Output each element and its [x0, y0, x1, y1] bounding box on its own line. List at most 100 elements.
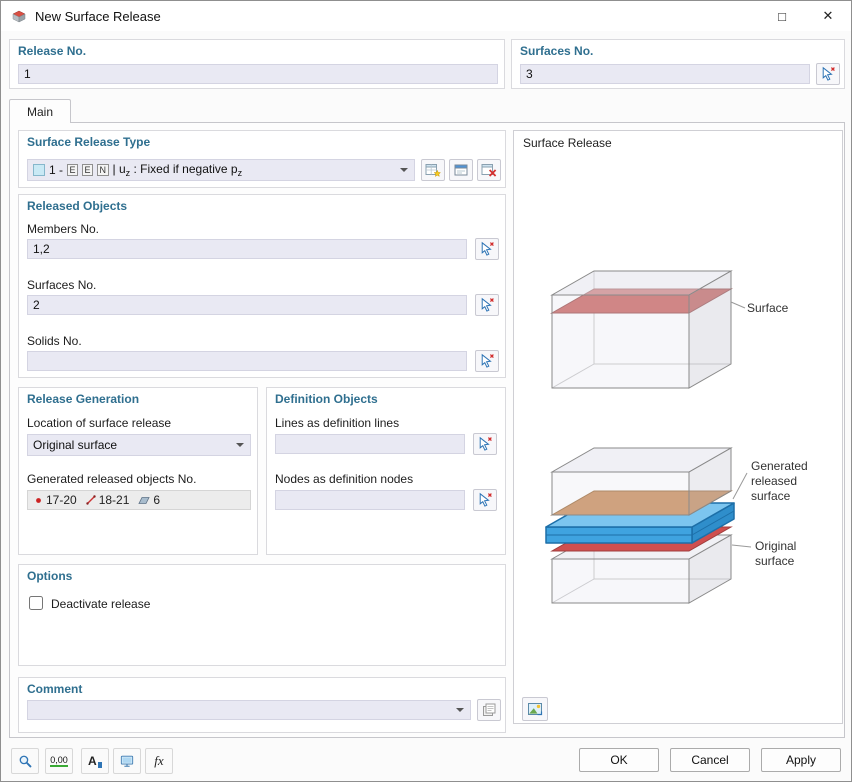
title-bar[interactable]: New Surface Release	[1, 1, 851, 31]
surfaces-pick-button[interactable]	[475, 294, 499, 316]
release-type-select[interactable]: 1 - E E N | uz : Fixed if negative pz	[27, 159, 415, 181]
comment-title: Comment	[27, 682, 82, 696]
definition-nodes-pick-button[interactable]	[473, 489, 497, 511]
panel-title: Surface Release	[523, 136, 612, 150]
surface-release-type-title: Surface Release Type	[27, 135, 150, 149]
generated-lines-item: 18-21	[86, 493, 130, 507]
maximize-button[interactable]: □	[759, 1, 805, 31]
surfaces-list-input[interactable]	[27, 295, 467, 315]
node-icon	[34, 496, 43, 505]
comment-templates-button[interactable]	[477, 699, 501, 721]
definition-lines-pick-button[interactable]	[473, 433, 497, 455]
surface-label: Surface	[747, 301, 817, 316]
location-value: Original surface	[33, 438, 117, 452]
options-group: Options Deactivate release	[18, 564, 506, 666]
tab-main[interactable]: Main	[9, 99, 71, 123]
surface-release-panel: Surface Release	[513, 130, 843, 724]
ok-button[interactable]: OK	[579, 748, 659, 772]
generated-objects-field: 17-20 18-21 6	[27, 490, 251, 510]
definition-lines-label: Lines as definition lines	[275, 416, 399, 430]
generated-nodes-item: 17-20	[34, 493, 77, 507]
pick-arrow-icon	[479, 241, 495, 257]
surfaces-no-title: Surfaces No.	[520, 44, 593, 58]
release-no-title: Release No.	[18, 44, 86, 58]
function-button[interactable]: fx	[145, 748, 173, 774]
options-title: Options	[27, 569, 72, 583]
new-table-icon	[425, 162, 441, 178]
members-no-input[interactable]	[27, 239, 467, 259]
maximize-icon: □	[778, 9, 786, 24]
close-icon: ✕	[823, 8, 834, 24]
units-settings-button[interactable]: 0,00	[45, 748, 73, 774]
delete-table-icon	[481, 162, 497, 178]
pick-arrow-icon	[479, 353, 495, 369]
members-no-label: Members No.	[27, 222, 99, 236]
apply-button[interactable]: Apply	[761, 748, 841, 772]
app-icon	[11, 8, 27, 24]
location-select[interactable]: Original surface	[27, 434, 251, 456]
picture-icon	[527, 701, 543, 717]
surfaces-no-input[interactable]	[520, 64, 810, 84]
generated-objects-label: Generated released objects No.	[27, 472, 196, 486]
find-button[interactable]	[11, 748, 39, 774]
dialog-title: New Surface Release	[35, 9, 161, 24]
comment-combobox[interactable]	[27, 700, 471, 720]
release-illustration	[518, 155, 840, 695]
definition-lines-input[interactable]	[275, 434, 465, 454]
members-pick-button[interactable]	[475, 238, 499, 260]
tab-content: Surface Release Type 1 - E E N | uz : Fi…	[9, 122, 845, 738]
release-no-group: Release No.	[9, 39, 505, 89]
definition-nodes-label: Nodes as definition nodes	[275, 472, 413, 486]
type-code-3: N	[97, 164, 109, 176]
generated-surfaces-item: 6	[138, 493, 160, 507]
display-properties-button[interactable]: A	[81, 748, 109, 774]
definition-nodes-input[interactable]	[275, 490, 465, 510]
screen-settings-button[interactable]	[113, 748, 141, 774]
solids-no-label: Solids No.	[27, 334, 82, 348]
original-surface-label: Original surface	[755, 539, 819, 569]
location-label: Location of surface release	[27, 416, 171, 430]
font-icon: A	[88, 754, 97, 768]
cancel-button[interactable]: Cancel	[670, 748, 750, 772]
surface-icon	[138, 495, 150, 505]
surfaces-no-pick-button[interactable]	[816, 63, 840, 85]
pick-arrow-icon	[477, 492, 493, 508]
type-code-1: E	[67, 164, 78, 176]
graphic-options-button[interactable]	[522, 697, 548, 721]
surfaces-no-group: Surfaces No.	[511, 39, 845, 89]
release-generation-group: Release Generation Location of surface r…	[18, 387, 258, 555]
close-button[interactable]: ✕	[805, 1, 851, 31]
type-description: | uz : Fixed if negative pz	[113, 162, 243, 178]
comment-group: Comment	[18, 677, 506, 733]
surface-release-type-group: Surface Release Type 1 - E E N | uz : Fi…	[18, 130, 506, 188]
new-type-button[interactable]	[421, 159, 445, 181]
line-icon	[86, 495, 96, 505]
chevron-down-icon	[236, 443, 244, 447]
units-icon: 0,00	[50, 755, 68, 767]
pick-arrow-icon	[477, 436, 493, 452]
magnifier-icon	[18, 753, 32, 769]
definition-objects-group: Definition Objects Lines as definition l…	[266, 387, 506, 555]
deactivate-release-label[interactable]: Deactivate release	[51, 597, 150, 611]
chevron-down-icon	[456, 708, 464, 712]
generated-surface-label: Generated released surface	[751, 459, 837, 504]
released-objects-group: Released Objects Members No. Surfaces No…	[18, 194, 506, 378]
chevron-down-icon	[400, 168, 408, 172]
released-objects-title: Released Objects	[27, 199, 127, 213]
monitor-icon	[120, 753, 134, 769]
pick-arrow-icon	[479, 297, 495, 313]
sheets-icon	[481, 702, 497, 718]
new-surface-release-dialog: New Surface Release □ ✕ Release No. Surf…	[0, 0, 852, 782]
fx-icon: fx	[154, 753, 163, 769]
release-no-input[interactable]	[18, 64, 498, 84]
font-color-chip	[98, 762, 102, 768]
solids-no-input[interactable]	[27, 351, 467, 371]
deactivate-release-checkbox[interactable]	[29, 596, 43, 610]
type-code-2: E	[82, 164, 93, 176]
release-generation-title: Release Generation	[27, 392, 139, 406]
pick-arrow-icon	[820, 66, 836, 82]
solids-pick-button[interactable]	[475, 350, 499, 372]
delete-type-button[interactable]	[477, 159, 501, 181]
edit-type-button[interactable]	[449, 159, 473, 181]
tab-main-label: Main	[27, 105, 53, 119]
